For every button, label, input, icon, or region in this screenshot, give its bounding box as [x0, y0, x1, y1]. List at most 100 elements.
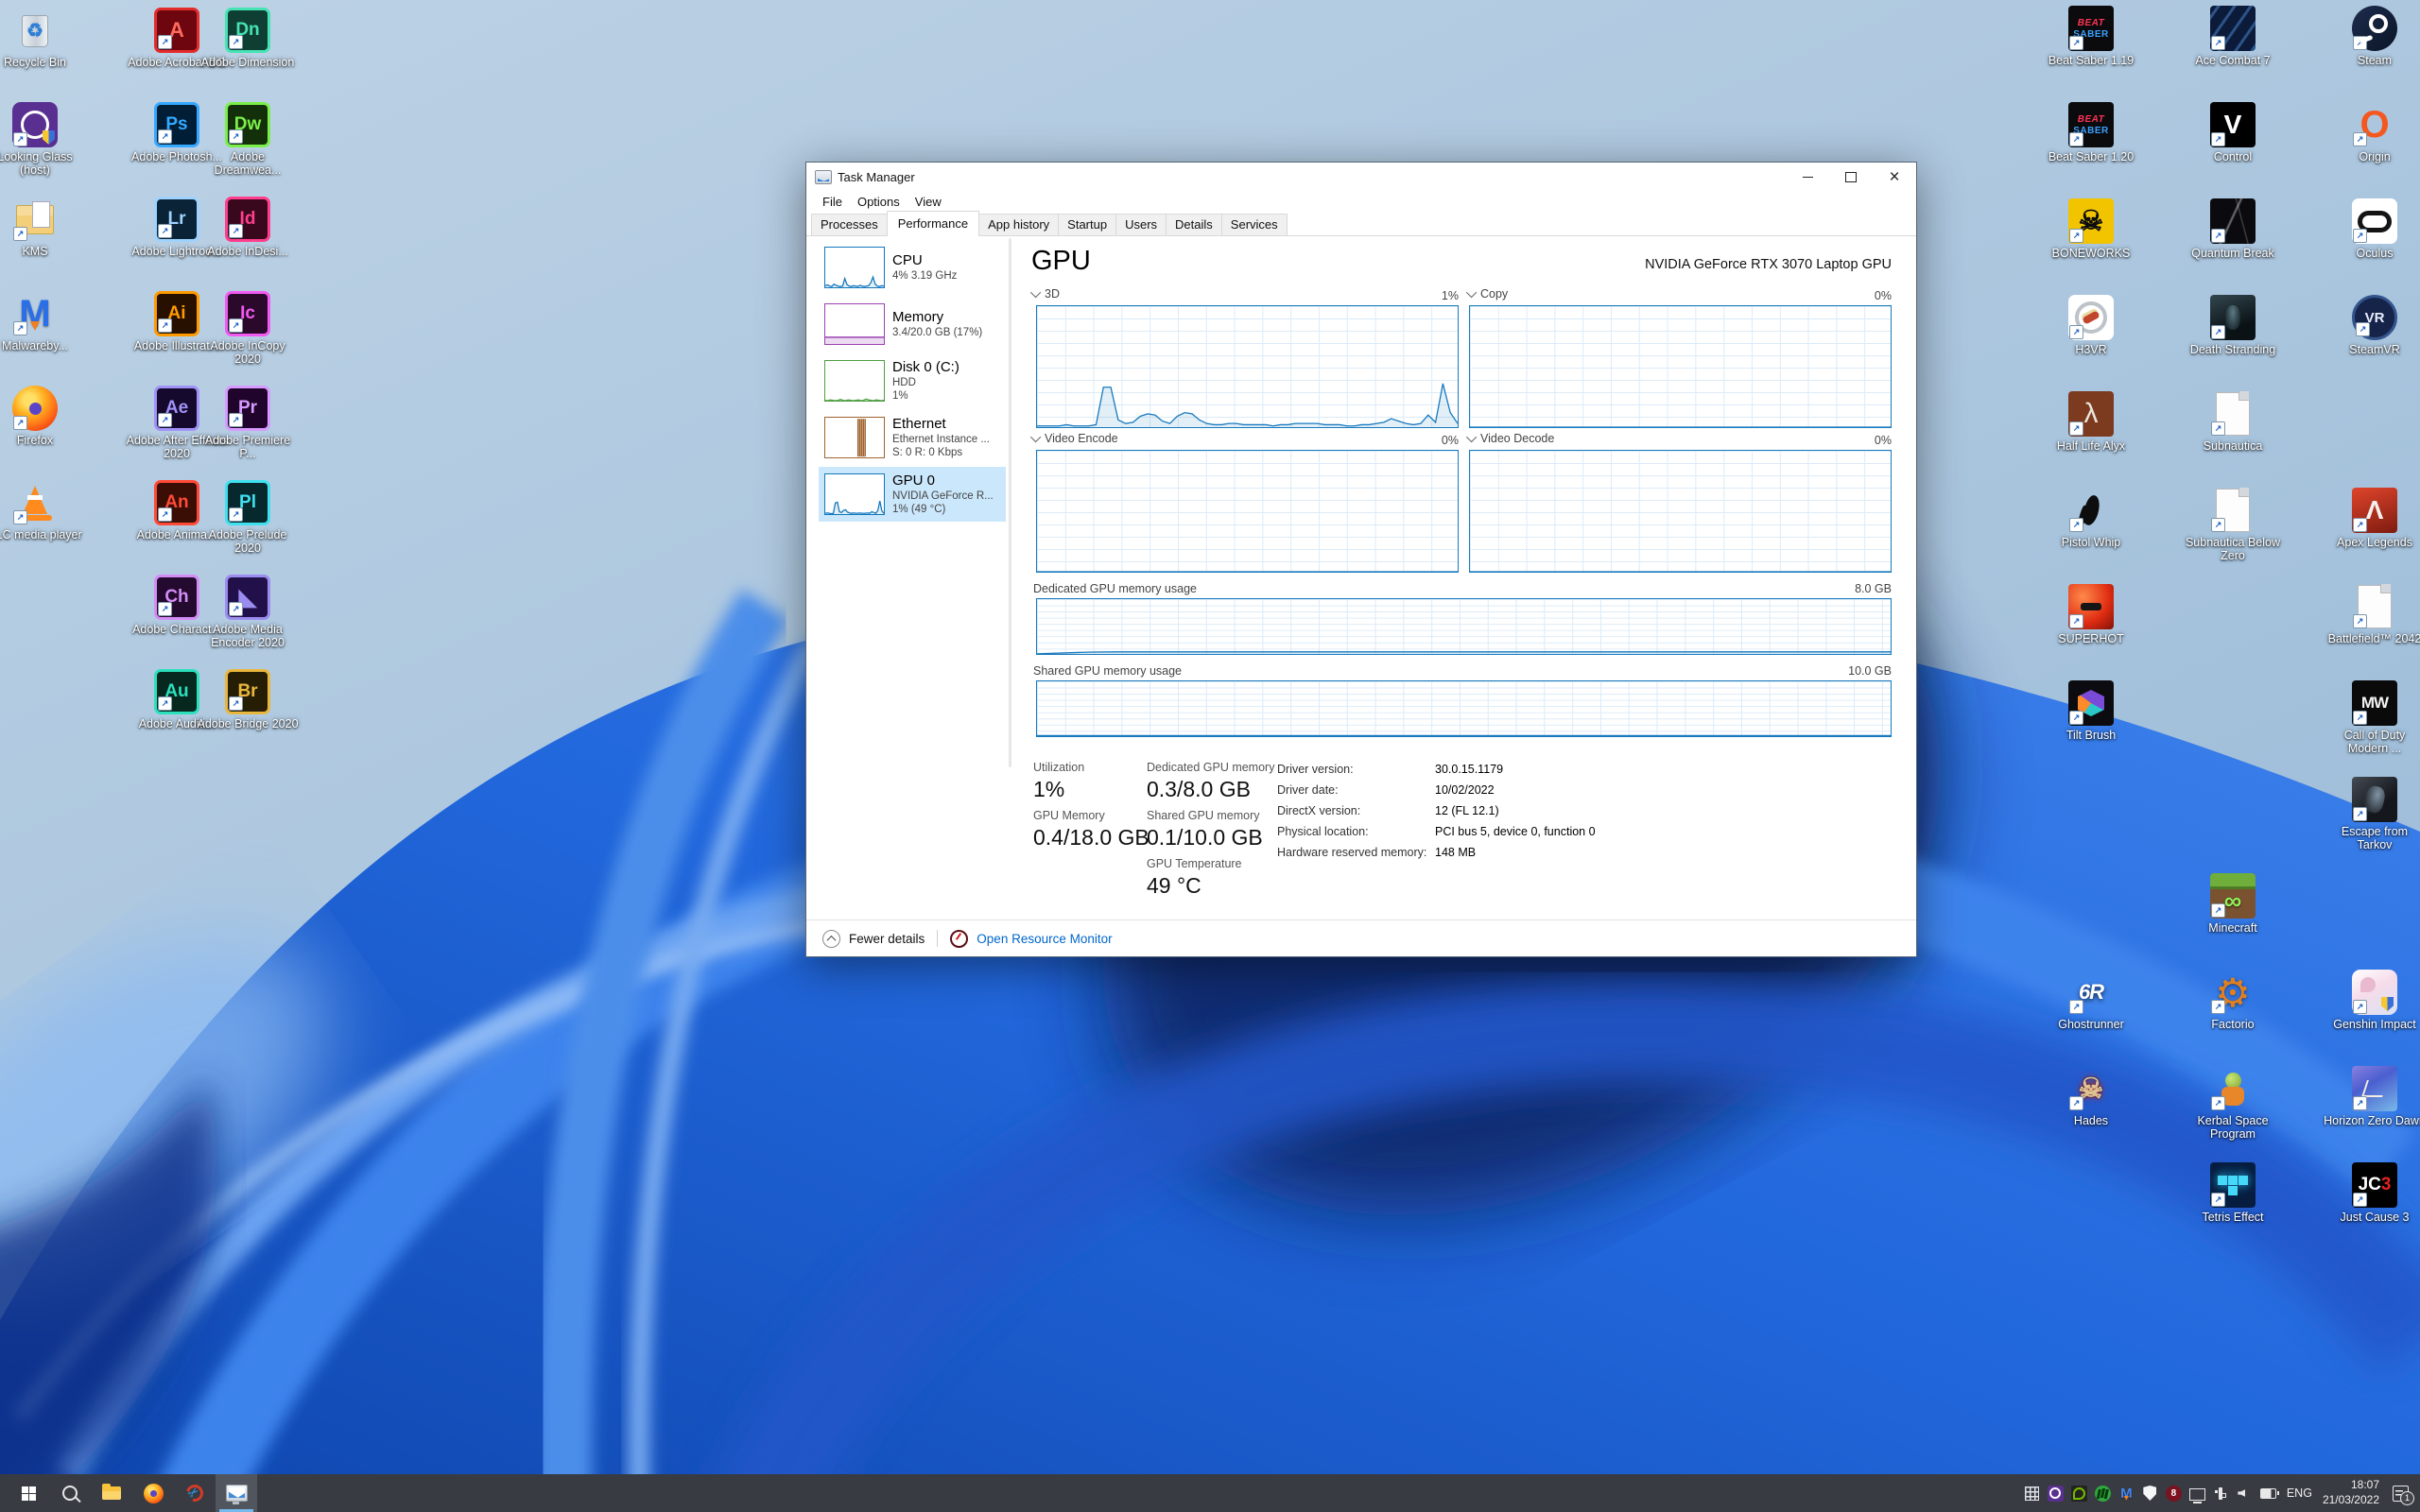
shared-memory-label: Shared GPU memory usage — [1033, 664, 1182, 678]
desktop-shortcut[interactable]: H3VR — [2039, 295, 2143, 356]
clock[interactable]: 18:07 21/03/2022 — [2323, 1478, 2379, 1507]
desktop-shortcut[interactable]: O Origin — [2323, 102, 2420, 163]
app-icon: Id — [225, 197, 270, 242]
icon-glyph-2: 3 — [2381, 1175, 2392, 1195]
notification-center-button[interactable]: 1 — [2393, 1486, 2409, 1502]
desktop-shortcut[interactable]: Pistol Whip — [2039, 488, 2143, 549]
search-button[interactable] — [49, 1474, 91, 1512]
desktop-shortcut[interactable]: Subnautica Below Zero — [2181, 488, 2285, 563]
desktop-shortcut[interactable]: Death Stranding — [2181, 295, 2285, 356]
desktop-shortcut[interactable]: VR SteamVR — [2323, 295, 2420, 356]
desktop-shortcut[interactable]: Oculus — [2323, 198, 2420, 260]
sidebar-item[interactable]: GPU 0 NVIDIA GeForce R... 1% (49 °C) — [819, 467, 1006, 522]
open-resource-monitor-link[interactable]: Open Resource Monitor — [977, 932, 1112, 946]
chevron-down-icon[interactable] — [1030, 287, 1041, 298]
chevron-down-icon[interactable] — [1466, 287, 1477, 298]
desktop-shortcut[interactable]: λ Half Life Alyx — [2039, 391, 2143, 453]
task-manager-taskbar-button[interactable] — [216, 1474, 257, 1512]
tab[interactable]: Details — [1166, 214, 1222, 235]
tab[interactable]: Performance — [887, 211, 979, 236]
nvidia-settings-tray-icon[interactable] — [2071, 1486, 2087, 1502]
firefox-taskbar-button[interactable] — [132, 1474, 174, 1512]
desktop-shortcut[interactable]: Dw Adobe Dreamwea... — [196, 102, 300, 178]
security-shield-tray-icon[interactable] — [2142, 1486, 2158, 1502]
desktop-shortcut[interactable]: ☠ Hades — [2039, 1066, 2143, 1127]
desktop-shortcut[interactable]: Kerbal Space Program — [2181, 1066, 2285, 1142]
menu-item[interactable]: File — [815, 193, 850, 211]
desktop-shortcut[interactable]: M Malwareby... — [0, 291, 87, 352]
sidebar-item[interactable]: Disk 0 (C:) HDD 1% — [819, 353, 1006, 408]
desktop-shortcut[interactable]: Firefox — [0, 386, 87, 447]
menu-item[interactable]: Options — [850, 193, 908, 211]
file-explorer-button[interactable] — [91, 1474, 132, 1512]
desktop-shortcut[interactable]: Id Adobe InDesi... — [196, 197, 300, 258]
desktop-shortcut[interactable]: Steam — [2323, 6, 2420, 67]
desktop-shortcut[interactable]: SUPERHOT — [2039, 584, 2143, 645]
desktop-shortcut[interactable]: Pr Adobe Premiere P... — [196, 386, 300, 461]
desktop-shortcut[interactable]: Genshin Impact — [2323, 970, 2420, 1031]
desktop-shortcut[interactable]: Br Adobe Bridge 2020 — [196, 669, 300, 730]
desktop-shortcut[interactable]: Ace Combat 7 — [2181, 6, 2285, 67]
desktop-shortcut[interactable]: Horizon Zero Dawn — [2323, 1066, 2420, 1127]
red-badge-tray-icon[interactable] — [2166, 1486, 2182, 1502]
desktop-shortcut[interactable]: Tetris Effect — [2181, 1162, 2285, 1224]
chevron-up-circle-icon[interactable] — [822, 930, 840, 948]
volume-tray-icon[interactable] — [2237, 1486, 2253, 1502]
close-button[interactable] — [1873, 163, 1916, 191]
usb-device-tray-icon[interactable] — [2213, 1486, 2229, 1502]
desktop-shortcut[interactable]: MW Call of Duty Modern ... — [2323, 680, 2420, 756]
desktop-shortcut[interactable]: BEATSABER Beat Saber 1.20 — [2039, 102, 2143, 163]
desktop-shortcut[interactable]: BEATSABER Beat Saber 1.19 — [2039, 6, 2143, 67]
desktop-shortcut[interactable]: Ic Adobe InCopy 2020 — [196, 291, 300, 367]
razer-synapse-tray-icon[interactable] — [2095, 1486, 2111, 1502]
desktop-shortcut[interactable]: 6R Ghostrunner — [2039, 970, 2143, 1031]
app-icon: ◣ — [225, 575, 270, 620]
desktop-shortcut[interactable]: KMS — [0, 197, 87, 258]
sidebar-scrollbar[interactable] — [1009, 238, 1011, 767]
sidebar-item[interactable]: CPU 4% 3.19 GHz — [819, 240, 1006, 295]
snipping-tool-button[interactable] — [174, 1474, 216, 1512]
maximize-button[interactable] — [1829, 163, 1873, 191]
app-icon — [12, 480, 58, 525]
desktop-shortcut[interactable]: Pl Adobe Prelude 2020 — [196, 480, 300, 556]
desktop-shortcut[interactable]: V Control — [2181, 102, 2285, 163]
desktop-shortcut[interactable]: ☠ BONEWORKS — [2039, 198, 2143, 260]
network-tray-icon[interactable] — [2189, 1486, 2205, 1502]
malwarebytes-tray-icon[interactable] — [2118, 1486, 2135, 1502]
start-button[interactable] — [8, 1474, 49, 1512]
icon-label: Hades — [2074, 1114, 2108, 1127]
tab[interactable]: Processes — [811, 214, 888, 235]
desktop-shortcut[interactable]: ♻ Recycle Bin — [0, 8, 87, 69]
desktop-shortcut[interactable]: Looking Glass (host) — [0, 102, 87, 178]
menu-item[interactable]: View — [908, 193, 949, 211]
desktop-shortcut[interactable]: JC3 Just Cause 3 — [2323, 1162, 2420, 1224]
desktop-shortcut[interactable]: ⚙ Factorio — [2181, 970, 2285, 1031]
shortcut-arrow-icon — [2069, 711, 2083, 725]
tab[interactable]: Startup — [1058, 214, 1116, 235]
desktop-shortcut[interactable]: Quantum Break — [2181, 198, 2285, 260]
title-bar[interactable]: Task Manager — [806, 163, 1916, 191]
language-indicator[interactable]: ENG — [2284, 1486, 2315, 1500]
tab[interactable]: Services — [1221, 214, 1288, 235]
power-battery-tray-icon[interactable] — [2260, 1486, 2276, 1502]
desktop-shortcut[interactable]: Λ Apex Legends — [2323, 488, 2420, 549]
desktop-shortcut[interactable]: Tilt Brush — [2039, 680, 2143, 742]
desktop-shortcut[interactable]: Dn Adobe Dimension — [196, 8, 300, 69]
looking-glass-tray-icon[interactable] — [2048, 1486, 2064, 1502]
minimize-button[interactable] — [1786, 163, 1829, 191]
shortcut-arrow-icon — [2211, 229, 2225, 243]
desktop-shortcut[interactable]: Escape from Tarkov — [2323, 777, 2420, 852]
sidebar-item[interactable]: Memory 3.4/20.0 GB (17%) — [819, 297, 1006, 352]
chevron-down-icon[interactable] — [1030, 432, 1041, 442]
sidebar-item[interactable]: Ethernet Ethernet Instance ... S: 0 R: 0… — [819, 410, 1006, 465]
fewer-details-button[interactable]: Fewer details — [849, 932, 925, 946]
desktop-shortcut[interactable]: ◣ Adobe Media Encoder 2020 — [196, 575, 300, 650]
desktop-shortcut[interactable]: VLC media player — [0, 480, 87, 541]
tray-overflow-grid-icon[interactable] — [2024, 1486, 2040, 1502]
chevron-down-icon[interactable] — [1466, 432, 1477, 442]
tab[interactable]: App history — [978, 214, 1059, 235]
desktop-shortcut[interactable]: Subnautica — [2181, 391, 2285, 453]
tab[interactable]: Users — [1115, 214, 1167, 235]
desktop-shortcut[interactable]: ∞ Minecraft — [2181, 873, 2285, 935]
desktop-shortcut[interactable]: Battlefield™ 2042 — [2323, 584, 2420, 645]
